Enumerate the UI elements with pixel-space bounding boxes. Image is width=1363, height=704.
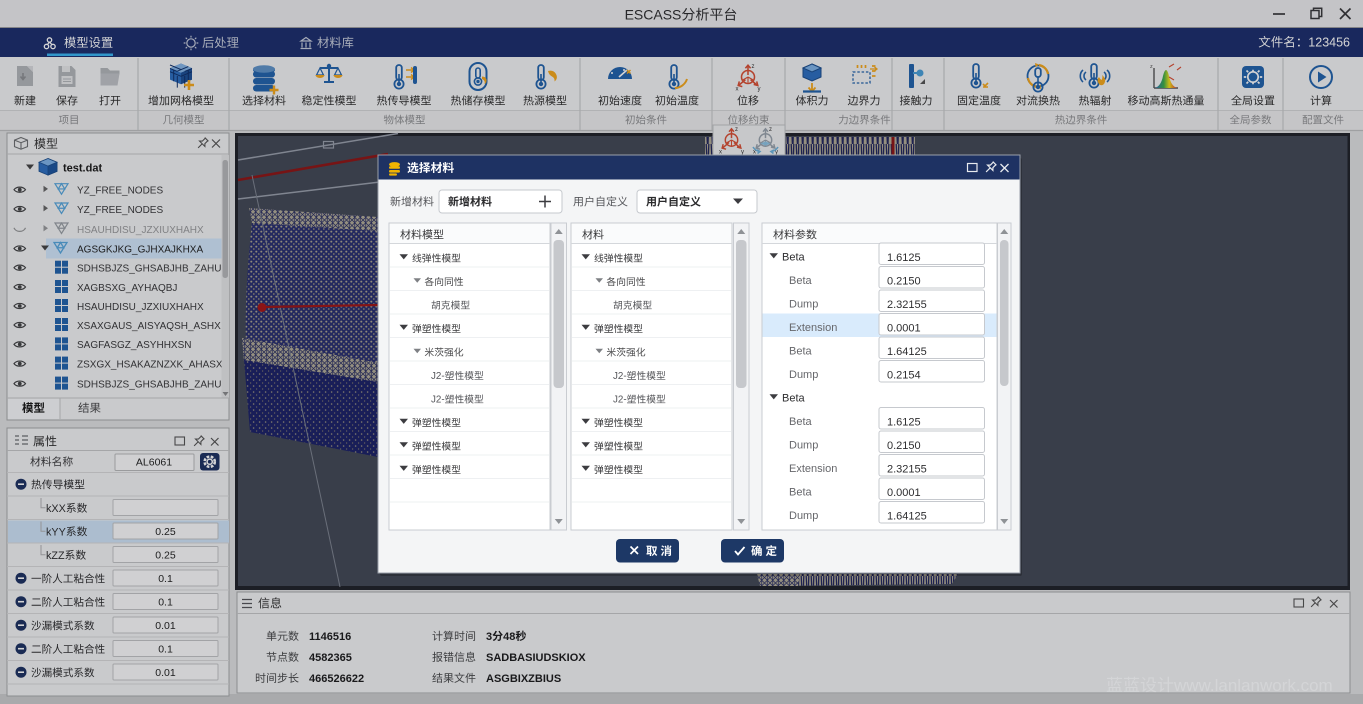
svg-text:www.lanlanwork.com: www.lanlanwork.com [1173,676,1333,695]
svg-text:Extension: Extension [789,463,837,475]
svg-text:Beta: Beta [789,346,813,358]
svg-text:1.6125: 1.6125 [887,252,921,264]
svg-text:Beta: Beta [789,416,813,428]
svg-text:0.2150: 0.2150 [887,276,921,288]
svg-text:Dump: Dump [789,299,818,311]
svg-text:1.64125: 1.64125 [887,511,927,523]
svg-text:Extension: Extension [789,322,837,334]
svg-text:2.32155: 2.32155 [887,299,927,311]
svg-text:0.2150: 0.2150 [887,440,921,452]
svg-text:1.64125: 1.64125 [887,346,927,358]
svg-text:Beta: Beta [789,487,813,499]
svg-text:Dump: Dump [789,510,818,522]
svg-text:0.0001: 0.0001 [887,487,921,499]
svg-text:1.6125: 1.6125 [887,417,921,429]
svg-text:J2-: J2- [613,371,627,382]
svg-text:Dump: Dump [789,369,818,381]
svg-text:Beta: Beta [782,393,806,405]
svg-text:J2-: J2- [431,371,445,382]
svg-text:Beta: Beta [789,275,813,287]
svg-text:Beta: Beta [782,252,806,264]
svg-text:2.32155: 2.32155 [887,464,927,476]
svg-text:0.2154: 0.2154 [887,370,921,382]
svg-text:Dump: Dump [789,440,818,452]
svg-text:J2-: J2- [613,395,627,406]
svg-text:J2-: J2- [431,395,445,406]
svg-text:0.0001: 0.0001 [887,323,921,335]
